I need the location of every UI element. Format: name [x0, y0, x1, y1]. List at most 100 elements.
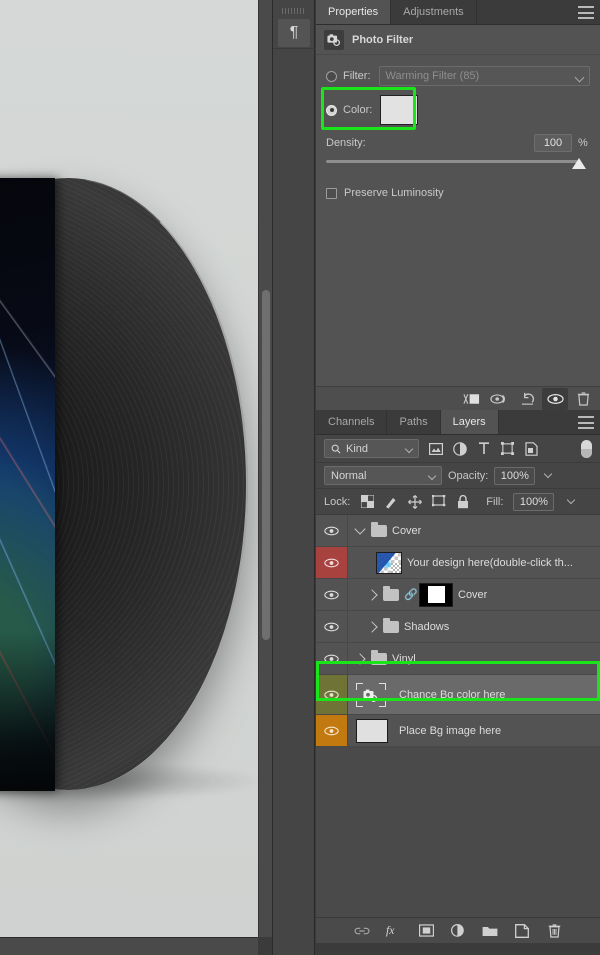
layer-list: Cover Your design here(double-click th..… — [316, 515, 600, 917]
hamburger-menu-icon[interactable] — [578, 6, 594, 19]
layer-visibility-toggle[interactable] — [316, 715, 348, 746]
blend-mode-row: Normal Opacity: 100% — [316, 463, 600, 489]
layer-visibility-toggle[interactable] — [316, 643, 348, 674]
document-canvas[interactable] — [0, 0, 258, 937]
photo-filter-icon — [324, 29, 344, 50]
photoshop-window: ¶ Properties Adjustments Photo Filter Fi… — [0, 0, 600, 955]
layer-mask-thumbnail[interactable] — [419, 582, 453, 607]
smart-object-filter-icon[interactable] — [524, 441, 539, 456]
layer-name[interactable]: Place Bg image here — [399, 725, 501, 737]
layer-thumbnail[interactable] — [376, 551, 402, 574]
density-slider-handle[interactable] — [572, 158, 586, 169]
layer-visibility-toggle[interactable] — [316, 579, 348, 610]
tab-layers[interactable]: Layers — [440, 410, 499, 434]
new-layer-icon[interactable] — [513, 922, 531, 940]
color-label: Color: — [343, 104, 373, 116]
layer-filter-kind-select[interactable]: Kind — [324, 439, 419, 458]
collapsed-panel-dock[interactable]: ¶ — [273, 0, 315, 955]
group-disclosure-icon[interactable] — [366, 588, 378, 601]
lock-all-icon[interactable] — [456, 494, 470, 509]
tab-properties[interactable]: Properties — [316, 0, 392, 24]
opacity-stepper-icon[interactable] — [541, 467, 555, 485]
blend-mode-value: Normal — [331, 469, 367, 482]
folder-icon — [383, 617, 399, 633]
tab-paths[interactable]: Paths — [387, 410, 441, 434]
filter-radio[interactable] — [326, 70, 337, 82]
group-disclosure-icon[interactable] — [354, 652, 366, 665]
layer-visibility-toggle[interactable] — [316, 515, 348, 546]
layer-styles-fx-icon[interactable]: fx — [385, 922, 403, 940]
filter-row[interactable]: Filter: Warming Filter (85) — [326, 65, 590, 87]
layer-visibility-toggle[interactable] — [316, 547, 348, 578]
layer-name[interactable]: Chance Bg color here — [399, 689, 505, 701]
type-layer-filter-icon[interactable] — [476, 441, 491, 456]
layer-name[interactable]: Cover — [392, 525, 421, 537]
scrollbar-thumb[interactable] — [262, 290, 270, 640]
add-layer-mask-icon[interactable] — [417, 922, 435, 940]
layer-name[interactable]: Your design here(double-click th... — [407, 557, 573, 569]
filter-select[interactable]: Warming Filter (85) — [378, 66, 590, 86]
hamburger-menu-icon[interactable] — [578, 416, 594, 429]
color-row[interactable]: Color: — [326, 93, 590, 127]
table-row[interactable]: Cover — [316, 515, 600, 547]
density-input[interactable]: 100 — [534, 134, 572, 152]
preserve-luminosity-checkbox[interactable] — [326, 187, 337, 199]
color-radio[interactable] — [326, 104, 337, 116]
fill-input[interactable]: 100% — [513, 492, 555, 511]
lock-image-pixels-icon[interactable] — [384, 495, 398, 509]
properties-tabbar: Properties Adjustments — [316, 0, 600, 25]
delete-layer-icon[interactable] — [545, 922, 563, 940]
density-slider-track — [326, 160, 578, 163]
layer-visibility-toggle[interactable] — [316, 611, 348, 642]
table-row[interactable]: Place Bg image here — [316, 715, 600, 747]
layer-name[interactable]: Shadows — [404, 621, 449, 633]
mask-link-icon[interactable]: 🔗 — [404, 588, 418, 601]
preserve-luminosity-label: Preserve Luminosity — [344, 187, 444, 199]
table-row[interactable]: 🔗 Cover — [316, 579, 600, 611]
toggle-mask-view-icon[interactable] — [486, 388, 512, 410]
group-disclosure-icon[interactable] — [366, 620, 378, 633]
lock-label: Lock: — [324, 495, 351, 508]
layer-name[interactable]: Vinyl — [392, 653, 416, 665]
fill-stepper-icon[interactable] — [564, 493, 578, 511]
density-unit: % — [578, 137, 588, 149]
canvas-vertical-scrollbar[interactable] — [258, 0, 272, 937]
clip-to-layer-icon[interactable] — [458, 388, 484, 410]
layer-thumbnail[interactable] — [356, 718, 388, 743]
tab-channels[interactable]: Channels — [316, 410, 388, 434]
group-disclosure-icon[interactable] — [354, 523, 366, 535]
delete-trash-icon[interactable] — [570, 388, 596, 410]
table-row[interactable]: Vinyl — [316, 643, 600, 675]
tab-adjustments[interactable]: Adjustments — [391, 0, 477, 24]
layer-visibility-toggle[interactable] — [316, 675, 348, 714]
paragraph-icon[interactable]: ¶ — [278, 19, 310, 47]
layers-footer: fx — [316, 917, 600, 943]
visibility-eye-icon[interactable] — [542, 387, 568, 410]
lock-transparent-pixels-icon[interactable] — [360, 495, 374, 509]
folder-icon — [371, 649, 387, 665]
blend-mode-select[interactable]: Normal — [324, 466, 442, 485]
new-adjustment-layer-icon[interactable] — [449, 922, 467, 940]
link-layers-icon[interactable] — [353, 922, 371, 940]
pixel-layer-filter-icon[interactable] — [428, 441, 443, 456]
preserve-luminosity-row[interactable]: Preserve Luminosity — [326, 182, 590, 204]
adjustment-layer-filter-icon[interactable] — [452, 441, 467, 456]
lock-artboard-nesting-icon[interactable] — [432, 495, 446, 509]
color-swatch[interactable] — [380, 95, 419, 125]
density-slider[interactable] — [326, 156, 590, 170]
dock-drag-grip[interactable] — [282, 8, 306, 14]
properties-header: Photo Filter — [316, 25, 600, 55]
search-icon — [331, 444, 341, 454]
shape-layer-filter-icon[interactable] — [500, 441, 515, 456]
reset-icon[interactable] — [514, 388, 540, 410]
table-row[interactable]: Your design here(double-click th... — [316, 547, 600, 579]
layer-thumbnail[interactable] — [356, 682, 386, 707]
new-group-icon[interactable] — [481, 922, 499, 940]
lock-position-icon[interactable] — [408, 494, 423, 509]
filter-enable-toggle[interactable] — [581, 439, 592, 458]
layer-name[interactable]: Cover — [458, 589, 487, 601]
table-row[interactable]: Chance Bg color here — [316, 675, 600, 715]
opacity-input[interactable]: 100% — [494, 466, 536, 485]
folder-icon — [371, 521, 387, 537]
table-row[interactable]: Shadows — [316, 611, 600, 643]
